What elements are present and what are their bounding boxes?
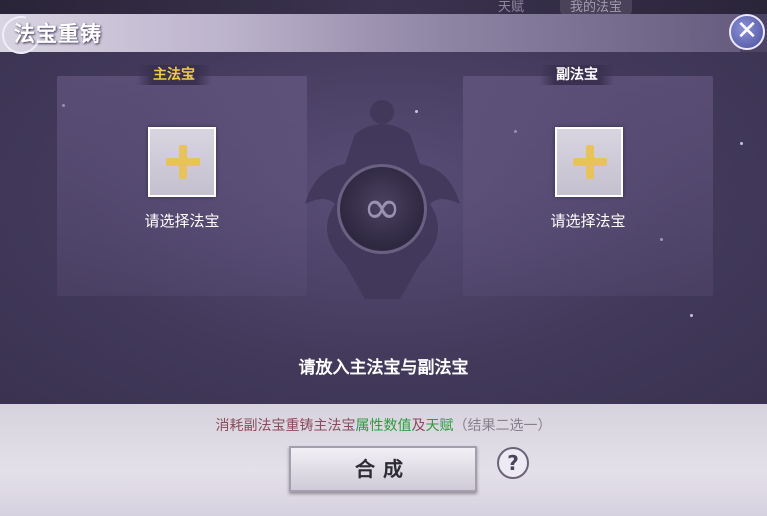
reforge-orb: ∞ — [337, 164, 427, 254]
treasure-reforge-window: 法宝重铸 ∞ 主法宝 副法宝 请选择法宝 请选择法宝 请放入主法宝与副法宝 消耗… — [0, 14, 767, 516]
main-treasure-hint: 请选择法宝 — [144, 212, 220, 230]
main-treasure-label: 主法宝 — [137, 65, 211, 85]
sub-treasure-label: 副法宝 — [540, 65, 614, 85]
sub-treasure-hint: 请选择法宝 — [550, 212, 626, 230]
sparkle-icon — [740, 142, 743, 145]
window-title: 法宝重铸 — [14, 22, 102, 46]
infinity-icon: ∞ — [362, 180, 402, 234]
add-main-treasure-button[interactable] — [148, 127, 216, 197]
cost-and: 及 — [411, 418, 426, 434]
close-icon: ✕ — [736, 16, 758, 46]
add-sub-treasure-button[interactable] — [555, 127, 623, 197]
cost-attribute-values: 属性数值 — [355, 418, 412, 434]
cost-suffix: （结果二选一） — [453, 418, 552, 434]
cost-prefix: 消耗副法宝重铸主法宝 — [215, 418, 356, 434]
bottom-action-bar: 消耗副法宝重铸主法宝属性数值及天赋（结果二选一） 合成 ? — [0, 404, 767, 516]
plus-icon-bar — [166, 158, 200, 166]
help-icon[interactable]: ? — [497, 447, 529, 479]
cost-talent: 天赋 — [425, 418, 454, 434]
sparkle-icon — [690, 314, 693, 317]
title-bar: 法宝重铸 — [0, 14, 740, 61]
instruction-message: 请放入主法宝与副法宝 — [298, 358, 469, 378]
plus-icon-bar — [573, 158, 607, 166]
close-button[interactable]: ✕ — [729, 14, 765, 50]
cost-description: 消耗副法宝重铸主法宝属性数值及天赋（结果二选一） — [0, 415, 767, 435]
combine-button[interactable]: 合成 — [289, 446, 477, 492]
